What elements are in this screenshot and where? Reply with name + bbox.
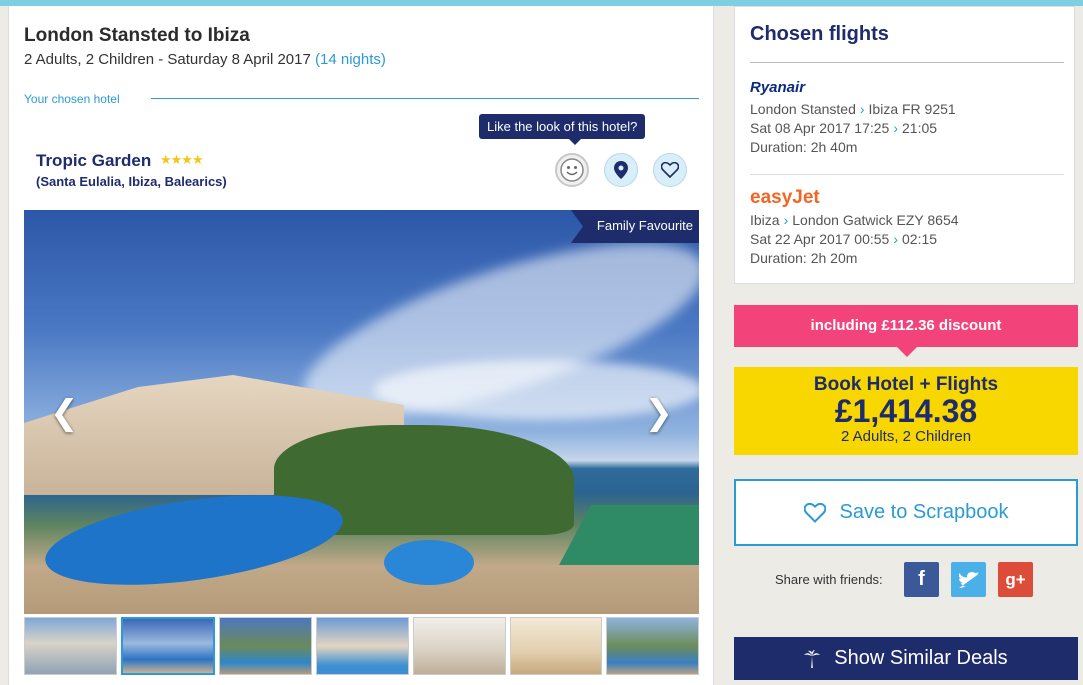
inbound-duration: Duration: 2h 20m: [750, 250, 858, 266]
star-rating: ★★★★: [159, 152, 204, 167]
inbound-times: Sat 22 Apr 2017 00:55 › 02:15: [750, 231, 937, 247]
thumbnail[interactable]: [24, 617, 117, 675]
twitter-bird-glyph: [958, 571, 979, 588]
outbound-arrive: 21:05: [902, 120, 938, 136]
chevron-right-icon: ›: [893, 231, 899, 247]
hotel-panel: London Stansted to Ibiza 2 Adults, 2 Chi…: [8, 6, 714, 685]
hotel-location: (Santa Eulalia, Ibiza, Balearics): [36, 174, 227, 189]
family-favourite-badge: Family Favourite: [570, 210, 699, 243]
outbound-to: Ibiza FR 9251: [868, 101, 956, 117]
passenger-summary: 2 Adults, 2 Children: [840, 428, 972, 445]
chevron-right-icon: ›: [783, 212, 789, 228]
book-hotel-flights-button[interactable]: Book Hotel + Flights £1,414.38 2 Adults,…: [734, 367, 1078, 455]
flights-divider: [750, 62, 1064, 63]
outbound-from: London Stansted: [750, 101, 856, 117]
chosen-flights-title: Chosen flights: [750, 23, 889, 45]
outbound-duration: Duration: 2h 40m: [750, 139, 858, 155]
nights-count: (14 nights): [315, 51, 386, 68]
hotel-photo[interactable]: Family Favourite ❮ ❯: [24, 210, 699, 614]
outbound-times: Sat 08 Apr 2017 17:25 › 21:05: [750, 120, 937, 136]
hotel-name-text: Tropic Garden: [36, 151, 152, 170]
show-similar-deals-button[interactable]: Show Similar Deals: [734, 637, 1078, 680]
map-pin-icon: [614, 161, 628, 179]
thumbnail[interactable]: [219, 617, 313, 675]
photo-thumbnails: [24, 617, 700, 675]
inbound-to: London Gatwick EZY 8654: [792, 212, 959, 228]
thumbnail[interactable]: [509, 617, 603, 675]
chevron-right-icon[interactable]: ❯: [645, 396, 674, 430]
thumbnail-active[interactable]: [120, 617, 216, 675]
google-plus-icon[interactable]: g+: [998, 562, 1033, 597]
thumbnail[interactable]: [412, 617, 506, 675]
thumbnail[interactable]: [316, 617, 409, 675]
scrapbook-label: Save to Scrapbook: [839, 501, 1009, 523]
photo-pool: [384, 540, 474, 585]
chevron-right-icon: ›: [859, 101, 865, 117]
like-hotel-button[interactable]: [555, 153, 589, 187]
total-price: £1,414.38: [834, 393, 978, 429]
inbound-depart: Sat 22 Apr 2017 00:55: [750, 231, 890, 247]
chevron-left-icon[interactable]: ❮: [50, 396, 79, 430]
outbound-route: London Stansted › Ibiza FR 9251: [750, 101, 956, 117]
trip-summary-text: 2 Adults, 2 Children - Saturday 8 April …: [24, 51, 311, 68]
discount-banner: including £112.36 discount: [734, 305, 1078, 357]
photo-roof: [559, 505, 699, 565]
chosen-hotel-label: Your chosen hotel: [24, 92, 120, 106]
thumbnail[interactable]: [606, 617, 700, 675]
save-to-scrapbook-button[interactable]: Save to Scrapbook: [734, 479, 1078, 546]
smiley-icon: [560, 158, 584, 182]
inbound-from: Ibiza: [750, 212, 780, 228]
favourite-button[interactable]: [653, 153, 687, 187]
section-divider: [151, 98, 699, 99]
map-button[interactable]: [604, 153, 638, 187]
flights-divider: [750, 174, 1064, 175]
heart-icon: [661, 162, 679, 178]
chevron-right-icon: ›: [893, 120, 899, 136]
heart-icon: [803, 502, 826, 523]
palm-tree-icon: [804, 649, 821, 668]
like-tooltip: Like the look of this hotel?: [479, 114, 646, 145]
easyjet-logo: easyJet: [750, 187, 820, 208]
trip-summary: 2 Adults, 2 Children - Saturday 8 April …: [24, 51, 386, 68]
inbound-route: Ibiza › London Gatwick EZY 8654: [750, 212, 959, 228]
facebook-icon[interactable]: f: [904, 562, 939, 597]
trip-title: London Stansted to Ibiza: [24, 25, 250, 46]
twitter-icon[interactable]: [951, 562, 986, 597]
similar-deals-label: Show Similar Deals: [834, 647, 1008, 669]
share-label: Share with friends:: [775, 572, 883, 587]
hotel-name[interactable]: Tropic Garden ★★★★: [36, 151, 204, 171]
chosen-flights-card: Chosen flights Ryanair London Stansted › I…: [734, 6, 1075, 284]
outbound-depart: Sat 08 Apr 2017 17:25: [750, 120, 890, 136]
inbound-arrive: 02:15: [902, 231, 938, 247]
ryanair-logo: Ryanair: [750, 79, 806, 96]
photo-pool: [39, 479, 349, 601]
